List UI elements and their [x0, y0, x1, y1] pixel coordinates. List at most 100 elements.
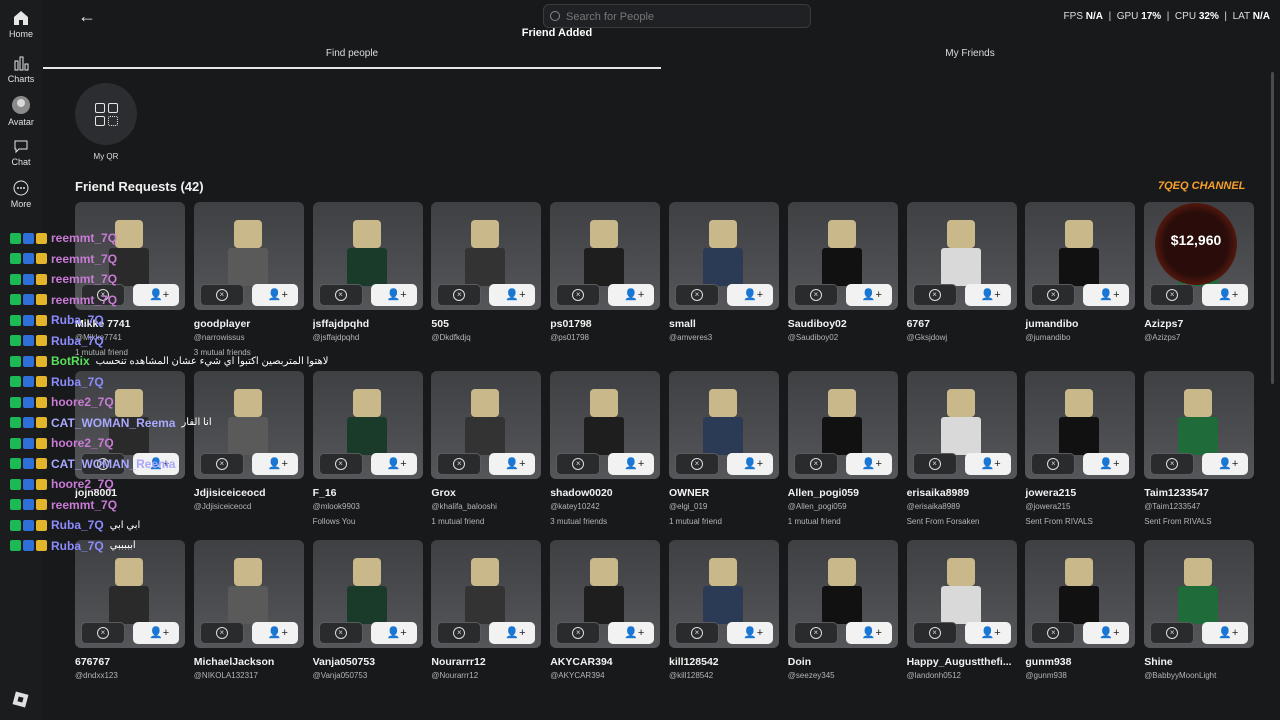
decline-button[interactable]: ×	[437, 453, 482, 475]
accept-button[interactable]: 👤+	[1083, 284, 1130, 306]
decline-button[interactable]: ×	[1031, 453, 1076, 475]
avatar-thumbnail[interactable]: × 👤+	[787, 371, 898, 479]
accept-button[interactable]: 👤+	[608, 284, 655, 306]
accept-button[interactable]: 👤+	[1083, 453, 1130, 475]
decline-button[interactable]: ×	[437, 284, 482, 306]
accept-button[interactable]: 👤+	[251, 622, 298, 644]
accept-button[interactable]: 👤+	[608, 622, 655, 644]
accept-button[interactable]: 👤+	[845, 453, 892, 475]
decline-button[interactable]: ×	[912, 622, 957, 644]
search-input[interactable]: Search for People	[543, 4, 811, 28]
card-display-name[interactable]: MichaelJackson	[194, 656, 304, 668]
friend-request-card[interactable]: × 👤+ gunm938 @gunm938	[1025, 540, 1136, 686]
decline-button[interactable]: ×	[437, 622, 482, 644]
card-display-name[interactable]: 676767	[75, 656, 185, 668]
friend-request-card[interactable]: × 👤+ AKYCAR394 @AKYCAR394	[550, 540, 661, 686]
avatar-thumbnail[interactable]: × 👤+	[550, 202, 661, 310]
avatar-thumbnail[interactable]: × 👤+	[75, 540, 185, 648]
scrollbar[interactable]	[1271, 72, 1274, 384]
card-display-name[interactable]: erisaika8989	[907, 487, 1017, 499]
accept-button[interactable]: 👤+	[727, 453, 773, 475]
decline-button[interactable]: ×	[912, 453, 957, 475]
card-display-name[interactable]: AKYCAR394	[550, 656, 660, 668]
card-display-name[interactable]: Happy_Augustthefi...	[907, 656, 1017, 668]
avatar-thumbnail[interactable]: × 👤+	[669, 202, 779, 310]
accept-button[interactable]: 👤+	[489, 453, 536, 475]
card-display-name[interactable]: kill128542	[669, 656, 779, 668]
nav-more[interactable]: More	[0, 180, 42, 209]
avatar-thumbnail[interactable]: × 👤+	[312, 540, 423, 648]
avatar-thumbnail[interactable]: × 👤+	[906, 540, 1017, 648]
accept-button[interactable]: 👤+	[964, 622, 1011, 644]
nav-chat[interactable]: Chat	[0, 140, 42, 167]
friend-request-card[interactable]: × 👤+ Allen_pogi059 @Allen_pogi059 1 mutual f…	[787, 371, 898, 526]
decline-button[interactable]: ×	[1150, 622, 1195, 644]
nav-avatar[interactable]: Avatar	[0, 96, 42, 127]
decline-button[interactable]: ×	[675, 453, 719, 475]
friend-request-card[interactable]: × 👤+ Happy_Augustthefi... @landonh0512	[906, 540, 1017, 686]
friend-request-card[interactable]: × 👤+ ps01798 @ps01798	[550, 202, 661, 348]
card-display-name[interactable]: Allen_pogi059	[788, 487, 898, 499]
nav-charts[interactable]: Charts	[0, 55, 42, 84]
friend-request-card[interactable]: × 👤+ jumandibo @jumandibo	[1025, 202, 1136, 348]
accept-button[interactable]: 👤+	[845, 284, 892, 306]
accept-button[interactable]: 👤+	[133, 622, 179, 644]
decline-button[interactable]: ×	[556, 622, 601, 644]
tab-find-people[interactable]: Find people	[43, 48, 661, 59]
card-display-name[interactable]: small	[669, 318, 779, 330]
accept-button[interactable]: 👤+	[370, 284, 417, 306]
decline-button[interactable]: ×	[675, 622, 719, 644]
avatar-thumbnail[interactable]: × 👤+	[550, 540, 661, 648]
decline-button[interactable]: ×	[675, 284, 719, 306]
avatar-thumbnail[interactable]: × 👤+	[431, 371, 542, 479]
decline-button[interactable]: ×	[912, 284, 957, 306]
friend-request-card[interactable]: × 👤+ 505 @Dkdfkdjq	[431, 202, 542, 348]
friend-request-card[interactable]: × 👤+ jowera215 @jowera215 Sent From RIVALS	[1025, 371, 1136, 526]
avatar-thumbnail[interactable]: × 👤+	[1144, 371, 1255, 479]
card-display-name[interactable]: gunm938	[1025, 656, 1135, 668]
decline-button[interactable]: ×	[318, 622, 363, 644]
roblox-logo-icon[interactable]	[12, 691, 29, 708]
decline-button[interactable]: ×	[556, 453, 601, 475]
card-display-name[interactable]: Taim1233547	[1144, 487, 1254, 499]
avatar-thumbnail[interactable]: × 👤+	[431, 202, 542, 310]
accept-button[interactable]: 👤+	[1083, 622, 1130, 644]
avatar-thumbnail[interactable]: × 👤+	[906, 371, 1017, 479]
card-display-name[interactable]: ps01798	[550, 318, 660, 330]
avatar-thumbnail[interactable]: × 👤+	[1025, 540, 1136, 648]
accept-button[interactable]: 👤+	[727, 622, 773, 644]
avatar-thumbnail[interactable]: × 👤+	[906, 202, 1017, 310]
friend-request-card[interactable]: × 👤+ Taim1233547 @Taim1233547 Sent From RIVA…	[1144, 371, 1255, 526]
avatar-thumbnail[interactable]: × 👤+	[1025, 371, 1136, 479]
accept-button[interactable]: 👤+	[1202, 622, 1249, 644]
friend-request-card[interactable]: × 👤+ OWNER @elgi_019 1 mutual friend	[669, 371, 779, 526]
friend-request-card[interactable]: × 👤+ shadow0020 @katey10242 3 mutual friends	[550, 371, 661, 526]
card-display-name[interactable]: shadow0020	[550, 487, 660, 499]
decline-button[interactable]: ×	[793, 622, 838, 644]
card-display-name[interactable]: 505	[431, 318, 541, 330]
decline-button[interactable]: ×	[1150, 453, 1195, 475]
accept-button[interactable]: 👤+	[1202, 453, 1249, 475]
avatar-thumbnail[interactable]: × 👤+	[193, 540, 304, 648]
decline-button[interactable]: ×	[1150, 284, 1195, 306]
avatar-thumbnail[interactable]: × 👤+	[787, 540, 898, 648]
decline-button[interactable]: ×	[1031, 284, 1076, 306]
tab-my-friends[interactable]: My Friends	[661, 48, 1279, 59]
card-display-name[interactable]: 6767	[907, 318, 1017, 330]
card-display-name[interactable]: Nourarrr12	[431, 656, 541, 668]
accept-button[interactable]: 👤+	[1202, 284, 1249, 306]
decline-button[interactable]: ×	[199, 622, 244, 644]
accept-button[interactable]: 👤+	[489, 284, 536, 306]
friend-request-card[interactable]: × 👤+ Shine @BabbyyMoonLight	[1144, 540, 1255, 686]
friend-request-card[interactable]: × 👤+ 6767 @Gksjdowj	[906, 202, 1017, 348]
accept-button[interactable]: 👤+	[964, 284, 1011, 306]
friend-request-card[interactable]: × 👤+ small @amveres3	[669, 202, 779, 348]
accept-button[interactable]: 👤+	[370, 622, 417, 644]
decline-button[interactable]: ×	[556, 284, 601, 306]
back-arrow-icon[interactable]: ←	[78, 6, 96, 27]
friend-request-card[interactable]: × 👤+ Vanja050753 @Vanja050753	[312, 540, 423, 686]
friend-request-card[interactable]: × 👤+ Grox @khalifa_balooshi 1 mutual friend	[431, 371, 542, 526]
card-display-name[interactable]: OWNER	[669, 487, 779, 499]
accept-button[interactable]: 👤+	[845, 622, 892, 644]
friend-request-card[interactable]: × 👤+ erisaika8989 @erisaika8989 Sent From Fo…	[906, 371, 1017, 526]
